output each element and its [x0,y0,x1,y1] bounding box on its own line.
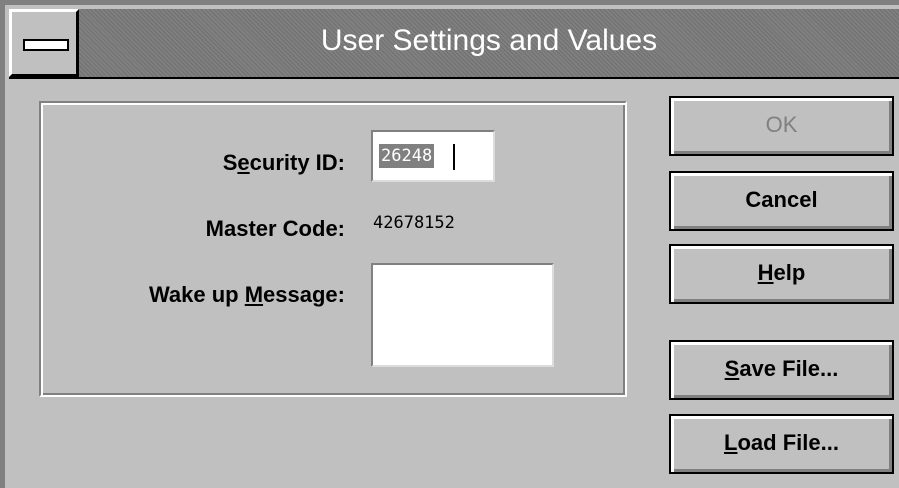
dialog-window: User Settings and Values Security ID: 26… [0,0,899,488]
wake-up-message-textarea[interactable] [371,263,554,367]
system-menu-bar-glyph [23,39,69,51]
help-button-label: elp [773,260,806,285]
load-file-button[interactable]: Load File... [669,414,894,474]
load-file-button-mnemonic: L [724,430,738,455]
system-menu-icon[interactable] [9,9,79,77]
security-id-value: 26248 [379,144,435,168]
save-file-button[interactable]: Save File... [669,340,894,400]
security-id-label-post: curity ID: [249,150,345,175]
window-title: User Settings and Values [320,24,658,57]
master-code-value: 42678152 [373,213,455,233]
wake-up-message-label-mnemonic: M [244,282,264,307]
load-file-button-label: oad File... [737,430,839,455]
wake-up-message-label-post: essage: [263,282,345,307]
help-button[interactable]: Help [669,244,894,304]
text-caret [453,144,455,170]
title-bar[interactable]: User Settings and Values [9,9,899,79]
master-code-label: Master Code: [205,216,345,241]
save-file-button-label: ave File... [739,356,839,381]
security-id-label-mnemonic: e [237,150,250,175]
cancel-button[interactable]: Cancel [669,171,894,231]
help-button-mnemonic: H [757,260,774,285]
wake-up-message-label: Wake up Message: [65,282,345,308]
save-file-button-mnemonic: S [724,356,740,381]
security-id-input[interactable]: 26248 [371,130,495,182]
security-id-label-pre: S [222,150,238,175]
ok-button[interactable]: OK [669,96,894,156]
security-id-label: Security ID: [170,150,345,176]
wake-up-message-label-pre: Wake up [148,282,245,307]
